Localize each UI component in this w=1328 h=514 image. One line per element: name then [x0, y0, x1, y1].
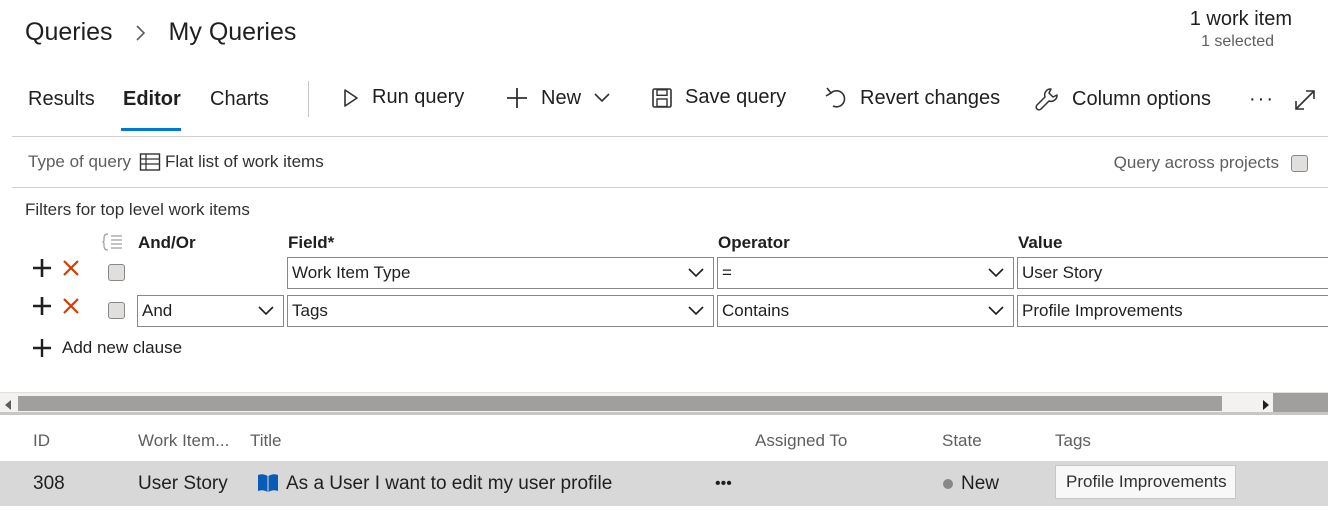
work-item-count: 1 work item 1 selected [1092, 8, 1292, 51]
chevron-down-icon [688, 268, 704, 278]
clause-row-1-actions [32, 258, 80, 278]
grid-header-id[interactable]: ID [33, 431, 50, 451]
toolbar-divider [308, 81, 309, 117]
clause-row-2-actions [32, 296, 80, 316]
add-new-clause-label: Add new clause [62, 338, 183, 357]
scrollbar-thumb[interactable] [18, 396, 1222, 411]
row-id: 308 [33, 473, 65, 494]
clause-row-2-and-or-value: And [142, 301, 173, 320]
row-tag-badge[interactable]: Profile Improvements [1055, 465, 1236, 499]
save-icon [652, 87, 672, 108]
revert-changes-button[interactable]: Revert changes [824, 86, 1000, 110]
selected-text: 1 selected [1201, 33, 1274, 50]
more-actions-button[interactable]: ··· [1249, 88, 1275, 111]
column-options-label: Column options [1072, 87, 1211, 110]
clause-row-1-value-input[interactable]: User Story [1017, 257, 1328, 289]
clause-row-1-operator-value: = [722, 263, 732, 282]
revert-changes-label: Revert changes [860, 86, 1001, 109]
clause-row-1-operator-select[interactable]: = [717, 257, 1014, 289]
breadcrumb-my-queries[interactable]: My Queries [169, 18, 297, 47]
clause-row-1-field-select[interactable]: Work Item Type [287, 257, 714, 289]
state-new-dot-icon [943, 479, 953, 489]
plus-icon [33, 339, 51, 357]
chevron-down-icon [988, 306, 1004, 316]
clause-row-1-field-value: Work Item Type [292, 263, 411, 282]
save-query-label: Save query [685, 86, 787, 108]
row-state: New [943, 473, 999, 495]
group-clauses-icon[interactable] [102, 232, 124, 257]
delete-clause-icon[interactable] [62, 259, 80, 277]
query-type-label: Type of query [28, 152, 132, 171]
chevron-down-icon [258, 306, 274, 316]
query-type-value: Flat list of work items [165, 152, 324, 171]
scrollbar-thumb-right [1273, 393, 1328, 413]
column-header-value: Value [1018, 233, 1063, 252]
scrollbar-divider [0, 412, 1328, 415]
query-type-row: Type of query Flat list of work items [28, 152, 324, 172]
tab-charts[interactable]: Charts [210, 88, 269, 111]
column-header-operator: Operator [718, 233, 790, 252]
query-type-selector[interactable]: Flat list of work items [139, 152, 324, 172]
clause-row-2-value-input[interactable]: Profile Improvements [1017, 295, 1328, 327]
clause-row-1-value: User Story [1022, 263, 1103, 282]
row-work-item-type: User Story [138, 473, 228, 494]
grid-header-title[interactable]: Title [250, 431, 282, 451]
query-across-projects: Query across projects [1114, 153, 1308, 173]
breadcrumb-queries[interactable]: Queries [25, 18, 113, 47]
chevron-down-icon [594, 93, 610, 103]
clause-row-1-checkbox[interactable] [108, 264, 125, 281]
add-clause-icon[interactable] [32, 258, 52, 278]
flat-list-icon [139, 153, 161, 171]
new-label: New [541, 86, 582, 109]
column-options-button[interactable]: Column options [1034, 86, 1211, 112]
user-story-icon [256, 472, 280, 499]
row-more-actions-button[interactable]: ••• [715, 475, 732, 493]
chevron-down-icon [988, 268, 1004, 278]
active-tab-indicator [121, 128, 181, 131]
clause-row-2-operator-select[interactable]: Contains [717, 295, 1014, 327]
grid-header-work-item-type[interactable]: Work Item... [138, 431, 229, 451]
chevron-right-icon [135, 24, 147, 42]
add-new-clause-button[interactable]: Add new clause [32, 338, 182, 358]
query-across-projects-label: Query across projects [1113, 153, 1279, 172]
expand-icon[interactable] [1293, 88, 1317, 117]
column-header-field: Field* [288, 233, 335, 252]
clause-row-2-operator-value: Contains [722, 301, 790, 320]
new-button[interactable]: New [505, 86, 611, 110]
chevron-down-icon [688, 306, 704, 316]
wrench-icon [1035, 88, 1058, 111]
clause-row-2-checkbox[interactable] [108, 302, 125, 319]
count-text: 1 work item [1189, 8, 1292, 30]
clause-row-2-and-or-select[interactable]: And [137, 295, 284, 327]
save-query-button[interactable]: Save query [651, 86, 786, 109]
clause-row-2-field-value: Tags [292, 301, 328, 320]
row-state-value: New [961, 473, 1000, 494]
grid-header-tags[interactable]: Tags [1055, 431, 1091, 451]
tab-editor[interactable]: Editor [123, 88, 181, 111]
run-query-button[interactable]: Run query [342, 86, 464, 109]
add-clause-icon[interactable] [32, 296, 52, 316]
clause-row-2-value: Profile Improvements [1022, 301, 1183, 320]
column-header-and-or: And/Or [138, 233, 196, 252]
undo-icon [825, 87, 846, 108]
filters-title: Filters for top level work items [25, 200, 250, 219]
grid-header-state[interactable]: State [942, 431, 982, 451]
toolbar-bottom-divider [12, 136, 1328, 137]
query-type-divider [12, 187, 1328, 188]
query-across-projects-checkbox[interactable] [1291, 154, 1308, 172]
grid-header-assigned-to[interactable]: Assigned To [755, 431, 847, 451]
delete-clause-icon[interactable] [62, 297, 80, 315]
plus-icon [507, 88, 527, 108]
row-title-link[interactable]: As a User I want to edit my user profile [286, 473, 612, 495]
breadcrumb: Queries My Queries [25, 18, 296, 47]
tab-results[interactable]: Results [28, 88, 95, 111]
run-query-label: Run query [372, 86, 465, 108]
play-icon [344, 88, 358, 107]
clause-row-2-field-select[interactable]: Tags [287, 295, 714, 327]
